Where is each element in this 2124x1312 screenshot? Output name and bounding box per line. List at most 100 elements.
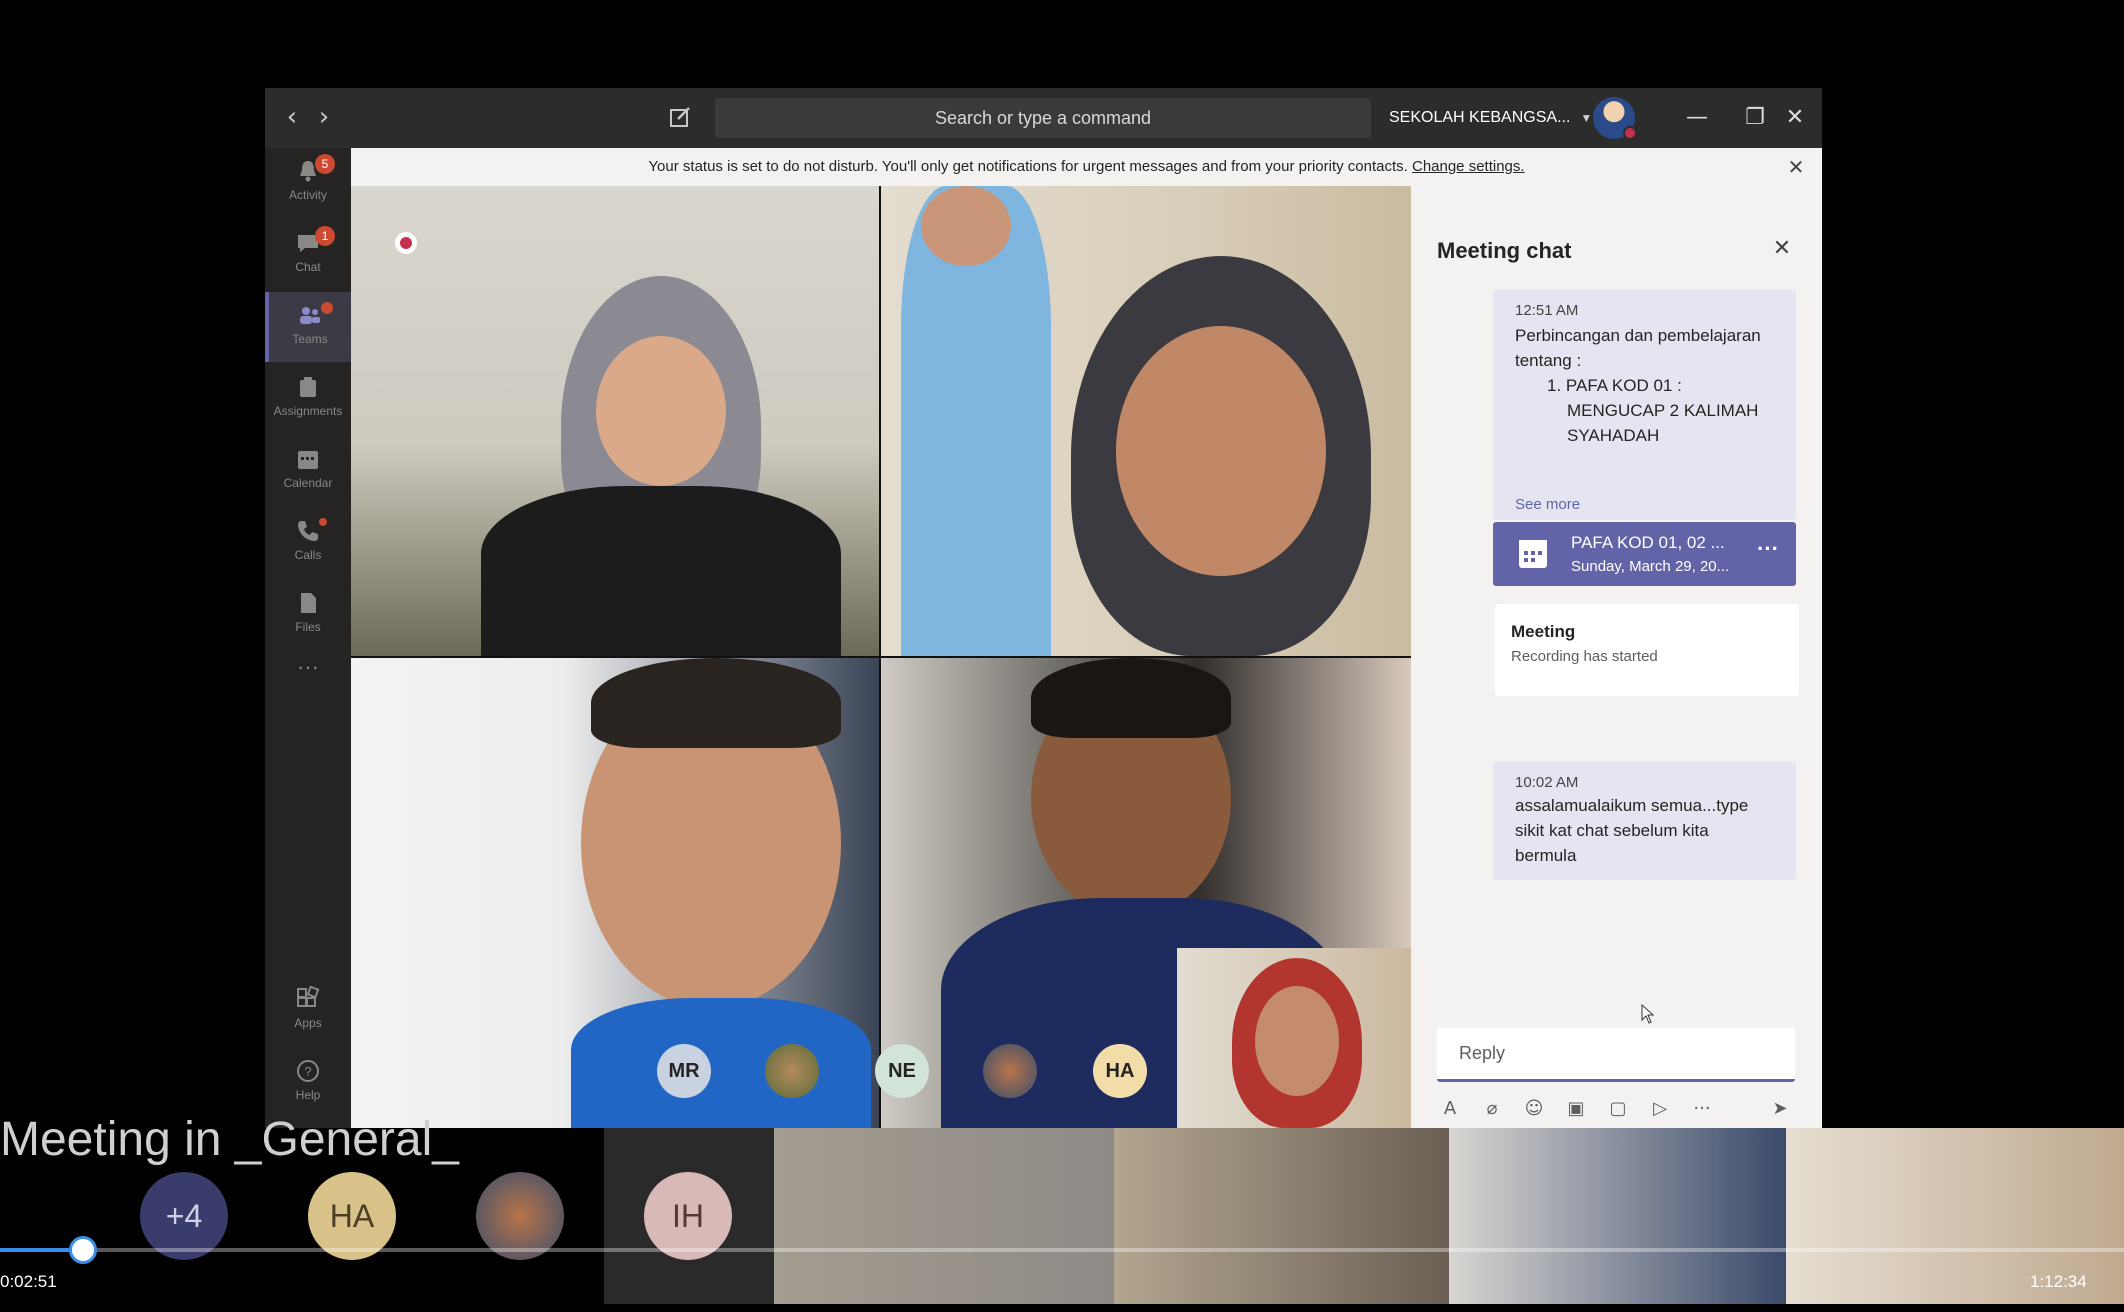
chat-message[interactable]: 10:02 AM assalamualaikum semua...type si… <box>1493 762 1796 880</box>
seek-bar[interactable] <box>0 1236 2124 1264</box>
recording-indicator-icon <box>395 232 417 254</box>
rail-label: Activity <box>288 188 327 202</box>
rail-label: Chat <box>295 260 321 274</box>
rail-item-help[interactable]: ? Help <box>265 1048 351 1118</box>
assignments-icon <box>300 377 316 397</box>
rail-item-files[interactable]: Files <box>265 580 351 650</box>
banner-close-icon[interactable]: ✕ <box>1784 148 1808 186</box>
rail-item-calendar[interactable]: Calendar <box>265 436 351 506</box>
video-tile[interactable] <box>351 186 879 656</box>
participant-face <box>921 186 1011 266</box>
more-apps-icon[interactable]: ··· <box>265 652 351 692</box>
message-time: 12:51 AM <box>1515 302 1579 319</box>
message-line: Perbincangan dan pembelajaran <box>1515 326 1761 345</box>
participant-face <box>1255 986 1339 1096</box>
participant-avatar[interactable]: MR <box>657 1044 711 1098</box>
org-switcher[interactable]: SEKOLAH KEBANGSA... ▼ <box>1389 98 1592 138</box>
meet-now-icon[interactable]: ▷ <box>1647 1096 1673 1122</box>
apps-icon <box>297 986 320 1007</box>
more-options-icon[interactable]: ··· <box>1689 1096 1715 1122</box>
title-bar: ‹ › Search or type a command SEKOLAH KEB… <box>265 88 1822 148</box>
participant-photo-avatar[interactable] <box>476 1172 564 1260</box>
screen: ‹ › Search or type a command SEKOLAH KEB… <box>0 0 2124 1312</box>
rail-label: Help <box>295 1088 321 1102</box>
participant-hair <box>591 658 841 748</box>
recording-notice-card: Meeting Recording has started <box>1495 604 1799 696</box>
participant-avatar[interactable]: IH <box>644 1172 732 1260</box>
svg-text:?: ? <box>304 1064 311 1079</box>
message-line: tentang : <box>1515 351 1582 370</box>
calendar-icon <box>298 451 318 469</box>
back-icon[interactable]: ‹ <box>277 102 307 132</box>
message-body: Perbincangan dan pembelajaran tentang : … <box>1515 323 1774 473</box>
gif-icon[interactable]: ▣ <box>1563 1096 1589 1122</box>
participant-avatar[interactable]: HA <box>308 1172 396 1260</box>
chat-message[interactable]: 12:51 AM Perbincangan dan pembelajaran t… <box>1493 290 1796 520</box>
rail-label: Apps <box>294 1016 322 1030</box>
meeting-chat-panel: Meeting chat ✕ 12:51 AM Perbincangan dan… <box>1411 186 1822 1128</box>
chat-title: Meeting chat <box>1437 238 1572 263</box>
maximize-button[interactable]: ❐ <box>1735 98 1775 138</box>
participant-face <box>596 336 726 486</box>
video-tile[interactable] <box>881 186 1411 656</box>
rail-item-teams[interactable]: Teams <box>265 292 351 362</box>
change-settings-link[interactable]: Change settings. <box>1412 158 1525 175</box>
close-chat-icon[interactable]: ✕ <box>1767 234 1797 264</box>
message-line: 1. PAFA KOD 01 : <box>1547 376 1682 395</box>
search-input[interactable]: Search or type a command <box>715 98 1371 138</box>
participant-photo-avatar[interactable] <box>765 1044 819 1098</box>
compose-icon[interactable] <box>665 102 695 132</box>
time-elapsed: 0:02:51 <box>0 1272 57 1291</box>
strip-video-thumb <box>774 1128 1114 1304</box>
send-icon[interactable]: ➤ <box>1767 1096 1793 1122</box>
rail-item-calls[interactable]: Calls <box>265 508 351 578</box>
participant-body <box>571 998 871 1128</box>
forward-icon[interactable]: › <box>309 102 339 132</box>
activity-badge: 5 <box>315 154 335 174</box>
chat-badge: 1 <box>315 226 335 246</box>
message-line: SYAHADAH <box>1567 426 1660 445</box>
format-icon[interactable]: A <box>1437 1096 1463 1122</box>
participant-photo-avatar[interactable] <box>983 1044 1037 1098</box>
rail-label: Assignments <box>273 404 343 418</box>
strip-video-thumb <box>1449 1128 1786 1304</box>
sticker-icon[interactable]: ▢ <box>1605 1096 1631 1122</box>
event-date: Sunday, March 29, 20... <box>1571 558 1730 575</box>
rail-item-apps[interactable]: Apps <box>265 976 351 1046</box>
rail-label: Calls <box>294 548 322 562</box>
rail-item-assignments[interactable]: Assignments <box>265 364 351 434</box>
teams-badge <box>321 302 333 314</box>
more-participants-avatar[interactable]: +4 <box>140 1172 228 1260</box>
seek-bar-handle[interactable] <box>68 1236 97 1264</box>
strip-video-thumb <box>1114 1128 1449 1304</box>
org-name: SEKOLAH KEBANGSA... <box>1389 109 1571 126</box>
more-options-icon[interactable]: ··· <box>1757 536 1779 562</box>
see-more-link[interactable]: See more <box>1515 496 1580 513</box>
attach-icon[interactable]: ⌀ <box>1479 1096 1505 1122</box>
rail-label: Calendar <box>283 476 333 490</box>
event-title: PAFA KOD 01, 02 ... <box>1571 533 1725 552</box>
meeting-event-card[interactable]: PAFA KOD 01, 02 ... Sunday, March 29, 20… <box>1493 522 1796 586</box>
chevron-down-icon: ▼ <box>1580 111 1593 125</box>
notice-title: Meeting <box>1511 622 1576 641</box>
rail-item-activity[interactable]: Activity 5 <box>265 148 351 218</box>
participant-avatar[interactable]: HA <box>1093 1044 1147 1098</box>
help-icon: ? <box>297 1060 319 1082</box>
close-window-button[interactable]: ✕ <box>1775 98 1815 138</box>
message-time: 10:02 AM <box>1515 774 1579 791</box>
phone-icon <box>298 521 318 541</box>
participant-hair <box>1031 658 1231 738</box>
emoji-icon[interactable]: ☺ <box>1521 1096 1547 1122</box>
minimize-button[interactable]: — <box>1677 98 1717 138</box>
reply-input[interactable]: Reply <box>1437 1028 1795 1082</box>
dnd-banner: Your status is set to do not disturb. Yo… <box>351 148 1822 186</box>
video-title: Meeting in _General_ <box>0 1113 459 1166</box>
participant-avatar[interactable]: NE <box>875 1044 929 1098</box>
message-line: MENGUCAP 2 KALIMAH <box>1567 401 1759 420</box>
message-line: sikit kat chat sebelum kita <box>1515 821 1709 840</box>
rail-item-chat[interactable]: Chat 1 <box>265 220 351 290</box>
do-not-disturb-status-icon <box>1623 126 1637 140</box>
message-line: assalamualaikum semua...type <box>1515 796 1749 815</box>
self-video-tile[interactable] <box>1177 948 1411 1128</box>
banner-text: Your status is set to do not disturb. Yo… <box>648 158 1408 175</box>
